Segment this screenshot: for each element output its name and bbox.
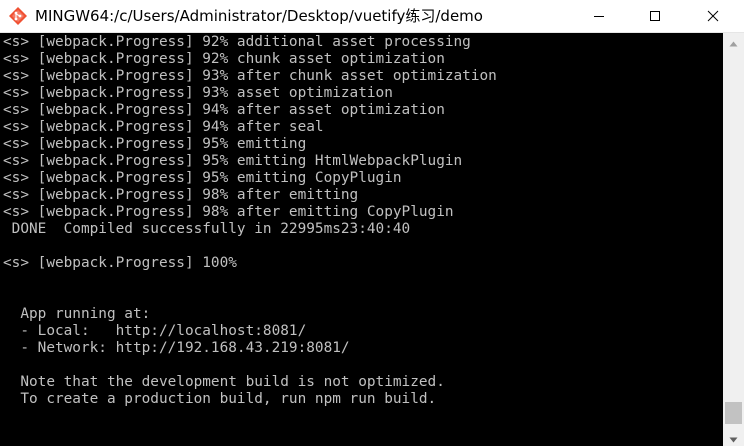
window-title: MINGW64:/c/Users/Administrator/Desktop/v…	[35, 7, 483, 25]
terminal-line: <s> [webpack.Progress] 93% after chunk a…	[3, 68, 497, 84]
terminal-line: DONE Compiled successfully in 22995ms23:…	[3, 221, 411, 237]
maximize-icon	[649, 7, 661, 26]
maximize-button[interactable]	[632, 0, 678, 32]
terminal-line: <s> [webpack.Progress] 95% emitting	[3, 136, 307, 152]
terminal-line: <s> [webpack.Progress] 100%	[3, 255, 237, 271]
scroll-up-button[interactable]	[723, 33, 744, 50]
git-bash-icon[interactable]	[9, 7, 27, 25]
terminal-line: <s> [webpack.Progress] 94% after asset o…	[3, 102, 445, 118]
terminal-line: - Network: http://192.168.43.219:8081/	[3, 340, 350, 356]
minimize-button[interactable]	[576, 0, 622, 32]
terminal-line: <s> [webpack.Progress] 98% after emittin…	[3, 187, 359, 203]
terminal-line: <s> [webpack.Progress] 93% asset optimiz…	[3, 85, 393, 101]
terminal-line: <s> [webpack.Progress] 92% chunk asset o…	[3, 51, 445, 67]
terminal-line: <s> [webpack.Progress] 98% after emittin…	[3, 204, 454, 220]
close-button[interactable]	[690, 0, 736, 32]
scrollbar-thumb[interactable]	[725, 402, 742, 424]
terminal-line: App running at:	[3, 306, 151, 322]
terminal-line: <s> [webpack.Progress] 92% additional as…	[3, 34, 471, 50]
terminal-output[interactable]: <s> [webpack.Progress] 92% additional as…	[0, 33, 723, 446]
terminal-line: <s> [webpack.Progress] 95% emitting Html…	[3, 153, 463, 169]
scroll-down-button[interactable]	[723, 429, 744, 446]
terminal-line: <s> [webpack.Progress] 94% after seal	[3, 119, 324, 135]
terminal-window: MINGW64:/c/Users/Administrator/Desktop/v…	[0, 0, 744, 446]
terminal-line: <s> [webpack.Progress] 95% emitting Copy…	[3, 170, 402, 186]
title-bar[interactable]: MINGW64:/c/Users/Administrator/Desktop/v…	[0, 0, 744, 33]
terminal-line: To create a production build, run npm ru…	[3, 391, 437, 407]
scroll-down-arrow-icon	[729, 428, 738, 446]
scroll-up-arrow-icon	[729, 32, 738, 51]
terminal-line: - Local: http://localhost:8081/	[3, 323, 307, 339]
terminal-line: Note that the development build is not o…	[3, 374, 445, 390]
vertical-scrollbar[interactable]	[723, 33, 744, 446]
close-icon	[707, 7, 719, 26]
minimize-icon	[593, 7, 605, 26]
